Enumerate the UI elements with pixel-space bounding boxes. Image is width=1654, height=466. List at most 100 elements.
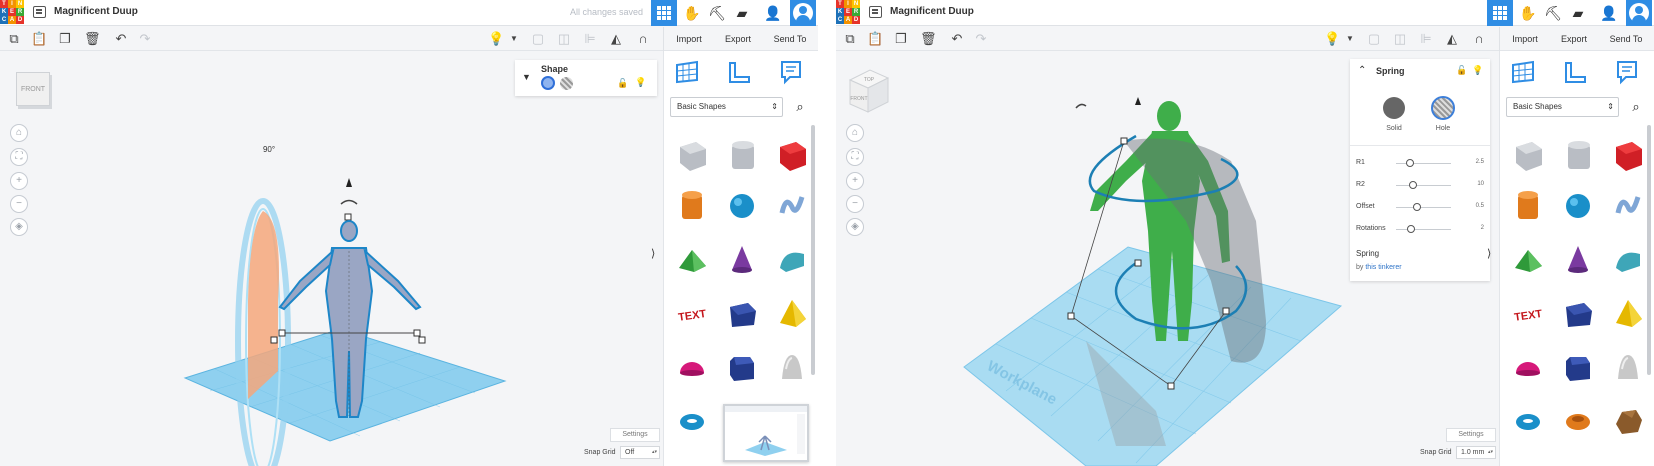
undo-icon[interactable]: ↶ xyxy=(949,31,965,47)
corner-handle[interactable] xyxy=(1134,259,1142,267)
shape-tile-polygon[interactable] xyxy=(1556,343,1600,393)
group-icon[interactable]: ▢ xyxy=(530,31,546,47)
rotate-handle[interactable] xyxy=(1075,103,1087,109)
copy-icon[interactable]: ⧉ xyxy=(6,31,22,47)
param-value[interactable]: 0.5 xyxy=(1476,203,1484,209)
shape-tile-cone[interactable] xyxy=(1556,234,1600,284)
shape-tile-cylinder[interactable] xyxy=(1506,181,1550,231)
paste-icon[interactable]: 📋 xyxy=(867,31,883,47)
shape-tile-cylinder-hole[interactable] xyxy=(1556,131,1600,181)
cruise-icon[interactable]: ∩ xyxy=(635,31,651,47)
author-link[interactable]: this tinkerer xyxy=(1365,264,1401,271)
minimap-thumbnail[interactable] xyxy=(723,404,809,462)
copy-icon[interactable]: ⧉ xyxy=(842,31,858,47)
hole-swatch[interactable] xyxy=(560,77,573,90)
shape-library-select[interactable]: Basic Shapes xyxy=(670,97,783,117)
shape-tile-half-sphere[interactable] xyxy=(1506,343,1550,393)
3d-design-view-button[interactable] xyxy=(651,0,677,26)
ungroup-icon[interactable]: ◫ xyxy=(1392,31,1408,47)
rotate-handle[interactable] xyxy=(340,199,358,205)
corner-handle[interactable] xyxy=(1067,312,1075,320)
shape-tile-wedge[interactable] xyxy=(1556,289,1600,339)
ungroup-icon[interactable]: ◫ xyxy=(556,31,572,47)
workplane-grid-icon[interactable] xyxy=(674,59,700,85)
shape-tile-round-roof[interactable] xyxy=(1606,234,1650,284)
shape-tile-box-hole[interactable] xyxy=(670,131,714,181)
corner-handle[interactable] xyxy=(278,329,286,337)
undo-icon[interactable]: ↶ xyxy=(113,31,129,47)
shape-tile-cylinder-hole[interactable] xyxy=(720,131,764,181)
codeblocks-icon[interactable]: ✋ xyxy=(683,4,701,22)
shape-tile-pyramid[interactable] xyxy=(1606,289,1650,339)
duplicate-icon[interactable]: ❐ xyxy=(57,31,73,47)
corner-handle[interactable] xyxy=(270,336,278,344)
shape-tile-roof[interactable] xyxy=(670,234,714,284)
param-slider-track[interactable] xyxy=(1396,163,1451,164)
send-to-button[interactable]: Send To xyxy=(1603,30,1649,48)
search-icon[interactable]: ⌕ xyxy=(1624,95,1648,119)
lessons-icon[interactable]: ▰ xyxy=(733,4,751,22)
height-handle[interactable] xyxy=(1120,137,1128,145)
solid-button[interactable] xyxy=(1383,97,1405,119)
align-icon[interactable]: ⊫ xyxy=(1418,31,1434,47)
notes-icon[interactable] xyxy=(1614,59,1640,85)
param-slider-knob[interactable] xyxy=(1407,225,1416,233)
shape-tile-polygon[interactable] xyxy=(720,343,764,393)
delete-icon[interactable]: 🗑 xyxy=(84,31,101,47)
shape-tile-scribble[interactable] xyxy=(1606,181,1650,231)
visibility-bulb-icon[interactable]: 💡 xyxy=(635,77,646,88)
shape-tile-half-sphere[interactable] xyxy=(670,343,714,393)
duplicate-icon[interactable]: ❐ xyxy=(893,31,909,47)
import-button[interactable]: Import xyxy=(669,30,709,48)
3d-design-view-button[interactable] xyxy=(1487,0,1513,26)
shape-tile-sphere[interactable] xyxy=(1556,181,1600,231)
lock-icon[interactable]: 🔓 xyxy=(1456,65,1467,76)
export-button[interactable]: Export xyxy=(1554,30,1594,48)
param-slider-knob[interactable] xyxy=(1408,181,1417,189)
light-bulb-icon[interactable]: 💡 xyxy=(488,31,504,47)
corner-handle[interactable] xyxy=(413,329,421,337)
search-icon[interactable]: ⌕ xyxy=(788,95,812,119)
shape-tile-box[interactable] xyxy=(770,131,814,181)
shape-tile-pyramid[interactable] xyxy=(770,289,814,339)
delete-icon[interactable]: 🗑 xyxy=(920,31,937,47)
param-slider-track[interactable] xyxy=(1396,207,1451,208)
user-avatar[interactable] xyxy=(790,0,816,26)
design-menu-icon[interactable] xyxy=(869,6,882,18)
codeblocks-icon[interactable]: ✋ xyxy=(1519,4,1537,22)
tinker-pickaxe-icon[interactable]: ⛏ xyxy=(1544,4,1562,22)
mirror-icon[interactable]: ◭ xyxy=(608,31,624,47)
hole-button[interactable] xyxy=(1431,96,1455,120)
shape-tile-roof[interactable] xyxy=(1506,234,1550,284)
add-user-icon[interactable]: 👤 xyxy=(764,4,782,22)
send-to-button[interactable]: Send To xyxy=(767,30,813,48)
redo-icon[interactable]: ↷ xyxy=(973,31,989,47)
corner-handle[interactable] xyxy=(1222,307,1230,315)
cruise-icon[interactable]: ∩ xyxy=(1471,31,1487,47)
settings-button[interactable]: Settings xyxy=(610,428,660,442)
workplane-scene[interactable]: 90° xyxy=(0,51,663,466)
height-handle[interactable] xyxy=(344,213,352,221)
mirror-icon[interactable]: ◭ xyxy=(1444,31,1460,47)
chevron-down-icon[interactable]: ▼ xyxy=(1342,31,1358,47)
snap-grid-select[interactable]: Off xyxy=(620,446,660,459)
design-menu-icon[interactable] xyxy=(33,6,46,18)
tinkercad-logo[interactable]: TINKERCAD xyxy=(836,0,860,24)
param-value[interactable]: 2.5 xyxy=(1476,159,1484,165)
tinkercad-logo[interactable]: TINKERCAD xyxy=(0,0,24,24)
settings-button[interactable]: Settings xyxy=(1446,428,1496,442)
shape-tile-text[interactable]: TEXT xyxy=(1506,289,1550,339)
ruler-icon[interactable] xyxy=(1562,59,1588,85)
shape-tile-wedge[interactable] xyxy=(720,289,764,339)
paste-icon[interactable]: 📋 xyxy=(31,31,47,47)
move-up-arrow[interactable] xyxy=(346,178,352,187)
param-value[interactable]: 2 xyxy=(1481,225,1484,231)
corner-handle[interactable] xyxy=(418,336,426,344)
lessons-icon[interactable]: ▰ xyxy=(1569,4,1587,22)
redo-icon[interactable]: ↷ xyxy=(137,31,153,47)
shape-tile-cylinder[interactable] xyxy=(670,181,714,231)
collapse-chevron-icon[interactable]: ▼ xyxy=(522,72,531,82)
shape-tile-tube[interactable] xyxy=(1556,396,1600,446)
shape-tile-torus[interactable] xyxy=(670,396,714,446)
param-slider-knob[interactable] xyxy=(1405,159,1414,167)
